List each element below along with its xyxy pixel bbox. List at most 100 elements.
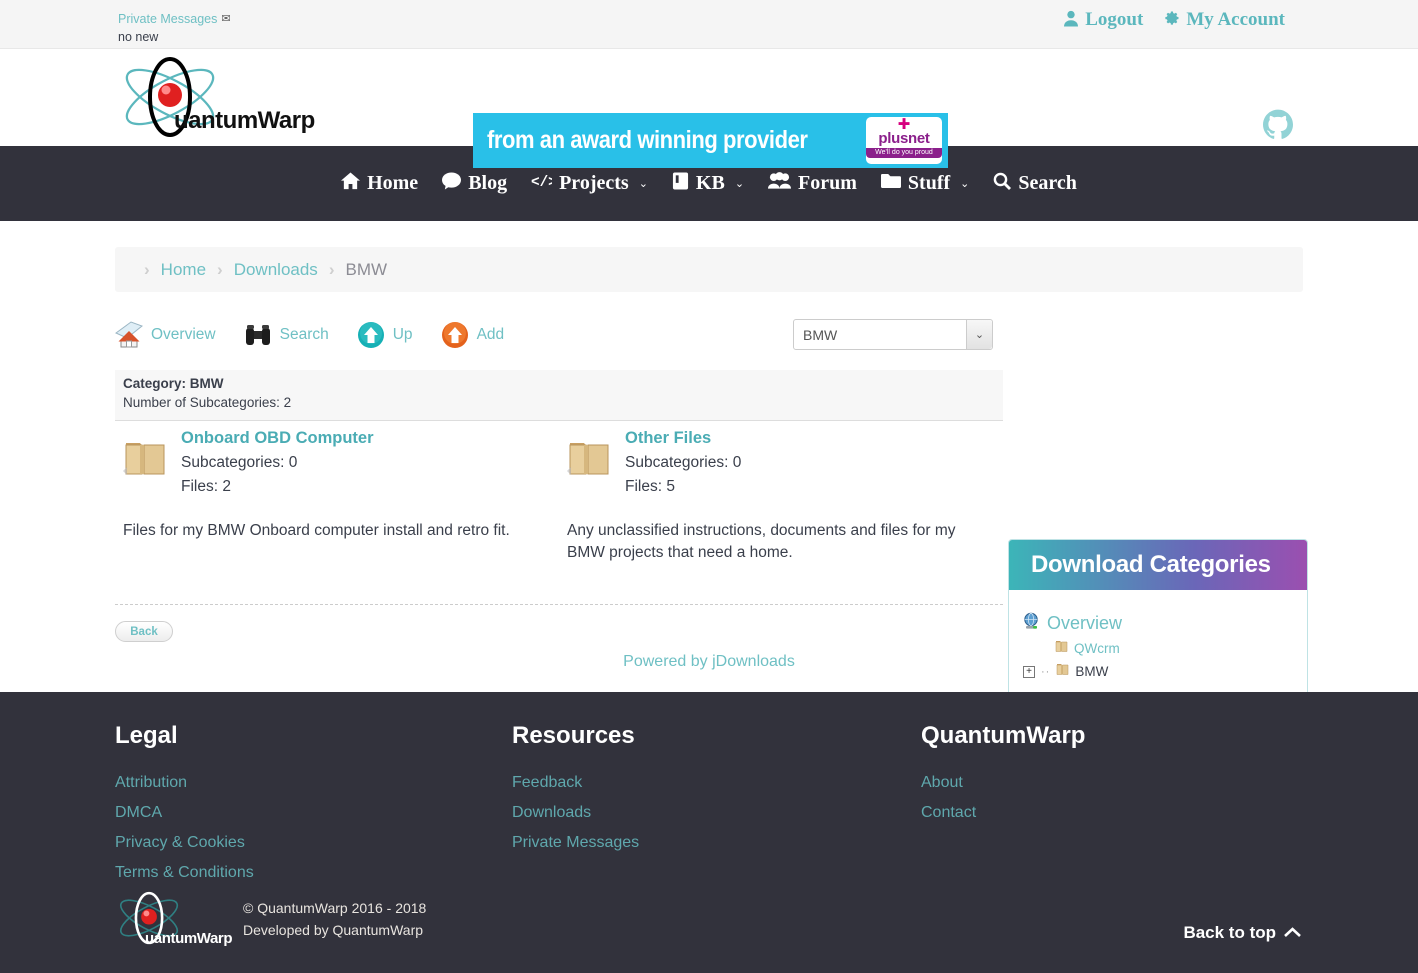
subcategory-title[interactable]: Onboard OBD Computer	[181, 429, 374, 448]
tree-item-label[interactable]: BMW	[1075, 664, 1108, 679]
overview-house-icon	[115, 321, 144, 349]
nav-item-search[interactable]: Search	[993, 172, 1077, 196]
svg-text:</>: </>	[531, 175, 552, 189]
tree-overview-label[interactable]: Overview	[1047, 613, 1122, 634]
breadcrumb-item-home[interactable]: Home	[161, 260, 206, 280]
overview-label: Overview	[151, 326, 216, 343]
footer-column-legal: Legal Attribution DMCA Privacy & Cookies…	[115, 722, 512, 894]
home-icon	[341, 171, 361, 196]
user-icon	[1063, 10, 1079, 31]
add-label: Add	[476, 326, 505, 343]
nav-label: Stuff	[907, 172, 951, 194]
plusnet-tagline: We'll do you proud	[866, 148, 942, 158]
tree-item-bmw[interactable]: + ·· BMW	[1023, 662, 1307, 681]
my-account-button[interactable]: My Account	[1163, 9, 1285, 31]
breadcrumb-separator: ›	[144, 259, 150, 279]
copyright-line: © QuantumWarp 2016 - 2018	[243, 900, 427, 916]
category-select[interactable]	[793, 319, 993, 350]
footer-bottom: uantumWarp © QuantumWarp 2016 - 2018 Dev…	[115, 889, 426, 949]
footer-link-dmca[interactable]: DMCA	[115, 804, 512, 822]
back-button[interactable]: Back	[115, 621, 173, 642]
footer-link-privacy[interactable]: Privacy & Cookies	[115, 834, 512, 852]
footer-column-quantumwarp: QuantumWarp About Contact	[921, 722, 1085, 894]
folder-icon	[880, 172, 901, 195]
folder-icon	[123, 431, 167, 479]
breadcrumb-item-downloads[interactable]: Downloads	[234, 260, 318, 280]
folder-icon	[1056, 662, 1069, 681]
search-label: Search	[279, 326, 329, 343]
back-to-top-label: Back to top	[1183, 923, 1276, 942]
footer-columns: Legal Attribution DMCA Privacy & Cookies…	[0, 692, 1418, 894]
tree-item-qwcrm[interactable]: QWcrm	[1023, 639, 1307, 658]
github-link[interactable]	[1263, 109, 1293, 139]
nav-label: Projects	[559, 172, 629, 194]
add-button[interactable]: Add	[441, 321, 505, 349]
nav-label: Search	[1018, 172, 1077, 194]
breadcrumb-separator: ›	[217, 259, 223, 279]
advertisement-banner[interactable]: from an award winning provider ✚ plusnet…	[473, 113, 948, 168]
category-label: Category:	[123, 376, 187, 391]
comment-icon	[442, 171, 462, 196]
subcategory-count: Subcategories: 0	[625, 454, 742, 471]
gear-icon	[1163, 10, 1180, 31]
book-icon	[672, 172, 689, 196]
banner-text: from an award winning provider	[487, 126, 808, 154]
overview-button[interactable]: Overview	[115, 321, 216, 349]
private-messages-link[interactable]: Private Messages	[118, 12, 217, 26]
nav-label: Blog	[468, 172, 508, 194]
tree-item-overview[interactable]: Overview	[1023, 612, 1307, 635]
plusnet-logo: ✚ plusnet We'll do you proud	[866, 117, 942, 164]
up-label: Up	[392, 326, 413, 343]
footer-logo-wordmark: uantumWarp	[145, 930, 233, 947]
code-icon: </>	[531, 172, 557, 195]
file-count: Files: 2	[181, 478, 231, 495]
expand-plus-icon[interactable]: +	[1023, 665, 1035, 678]
footer-column-title: QuantumWarp	[921, 722, 1086, 749]
top-utility-bar: Private Messages ✉ no new Logout My Accou…	[0, 0, 1418, 49]
footer-logo: uantumWarp	[115, 889, 233, 949]
subcategory-column: Other Files Subcategories: 0 Files: 5 An…	[559, 429, 1003, 564]
site-header: uantumWarp from an award winning provide…	[0, 49, 1418, 168]
site-logo[interactable]: uantumWarp	[118, 57, 318, 139]
back-to-top-button[interactable]: Back to top	[1183, 923, 1301, 943]
footer-link-about[interactable]: About	[921, 774, 1085, 792]
category-subcount: Number of Subcategories: 2	[123, 395, 292, 410]
nav-item-blog[interactable]: Blog	[442, 171, 508, 196]
private-messages-status: no new	[118, 30, 159, 44]
nav-item-projects[interactable]: </> Projects ⌄	[531, 172, 648, 195]
breadcrumb-separator: ›	[328, 259, 335, 279]
nav-item-stuff[interactable]: Stuff ⌄	[880, 172, 969, 195]
nav-item-home[interactable]: Home	[341, 171, 418, 196]
footer-copyright-block: © QuantumWarp 2016 - 2018 Developed by Q…	[243, 897, 426, 941]
footer-link-terms[interactable]: Terms & Conditions	[115, 864, 512, 882]
subcategory-title[interactable]: Other Files	[625, 429, 741, 448]
my-account-label: My Account	[1186, 9, 1285, 30]
footer-link-private-messages[interactable]: Private Messages	[512, 834, 921, 852]
breadcrumb: › Home › Downloads › BMW	[115, 247, 1303, 292]
up-button[interactable]: Up	[357, 321, 413, 349]
page-content: › Home › Downloads › BMW Overview Search…	[0, 247, 1418, 720]
subcategory-item: Onboard OBD Computer Subcategories: 0 Fi…	[115, 429, 559, 496]
logout-button[interactable]: Logout	[1063, 9, 1143, 31]
nav-item-forum[interactable]: Forum	[768, 171, 857, 196]
globe-monitor-icon	[1023, 612, 1041, 635]
footer-link-downloads[interactable]: Downloads	[512, 804, 921, 822]
nav-item-kb[interactable]: KB ⌄	[672, 172, 744, 196]
file-count: Files: 5	[625, 478, 675, 495]
footer-column-title: Legal	[115, 722, 178, 749]
footer-column-resources: Resources Feedback Downloads Private Mes…	[512, 722, 921, 894]
jdownloads-link[interactable]: Powered by jDownloads	[623, 653, 795, 670]
search-button[interactable]: Search	[244, 321, 329, 349]
subcategory-item: Other Files Subcategories: 0 Files: 5	[559, 429, 1003, 496]
footer-link-feedback[interactable]: Feedback	[512, 774, 921, 792]
category-info: Category: BMW Number of Subcategories: 2	[115, 370, 1003, 421]
footer-link-attribution[interactable]: Attribution	[115, 774, 512, 792]
tree-item-label[interactable]: QWcrm	[1074, 641, 1120, 656]
envelope-icon: ✉	[221, 13, 231, 25]
chevron-down-icon: ⌄	[734, 178, 745, 190]
chevron-up-icon	[1284, 923, 1301, 943]
users-icon	[768, 171, 792, 196]
private-messages-block: Private Messages ✉ no new	[118, 11, 231, 45]
module-title: Download Categories	[1031, 551, 1271, 578]
footer-link-contact[interactable]: Contact	[921, 804, 1085, 822]
